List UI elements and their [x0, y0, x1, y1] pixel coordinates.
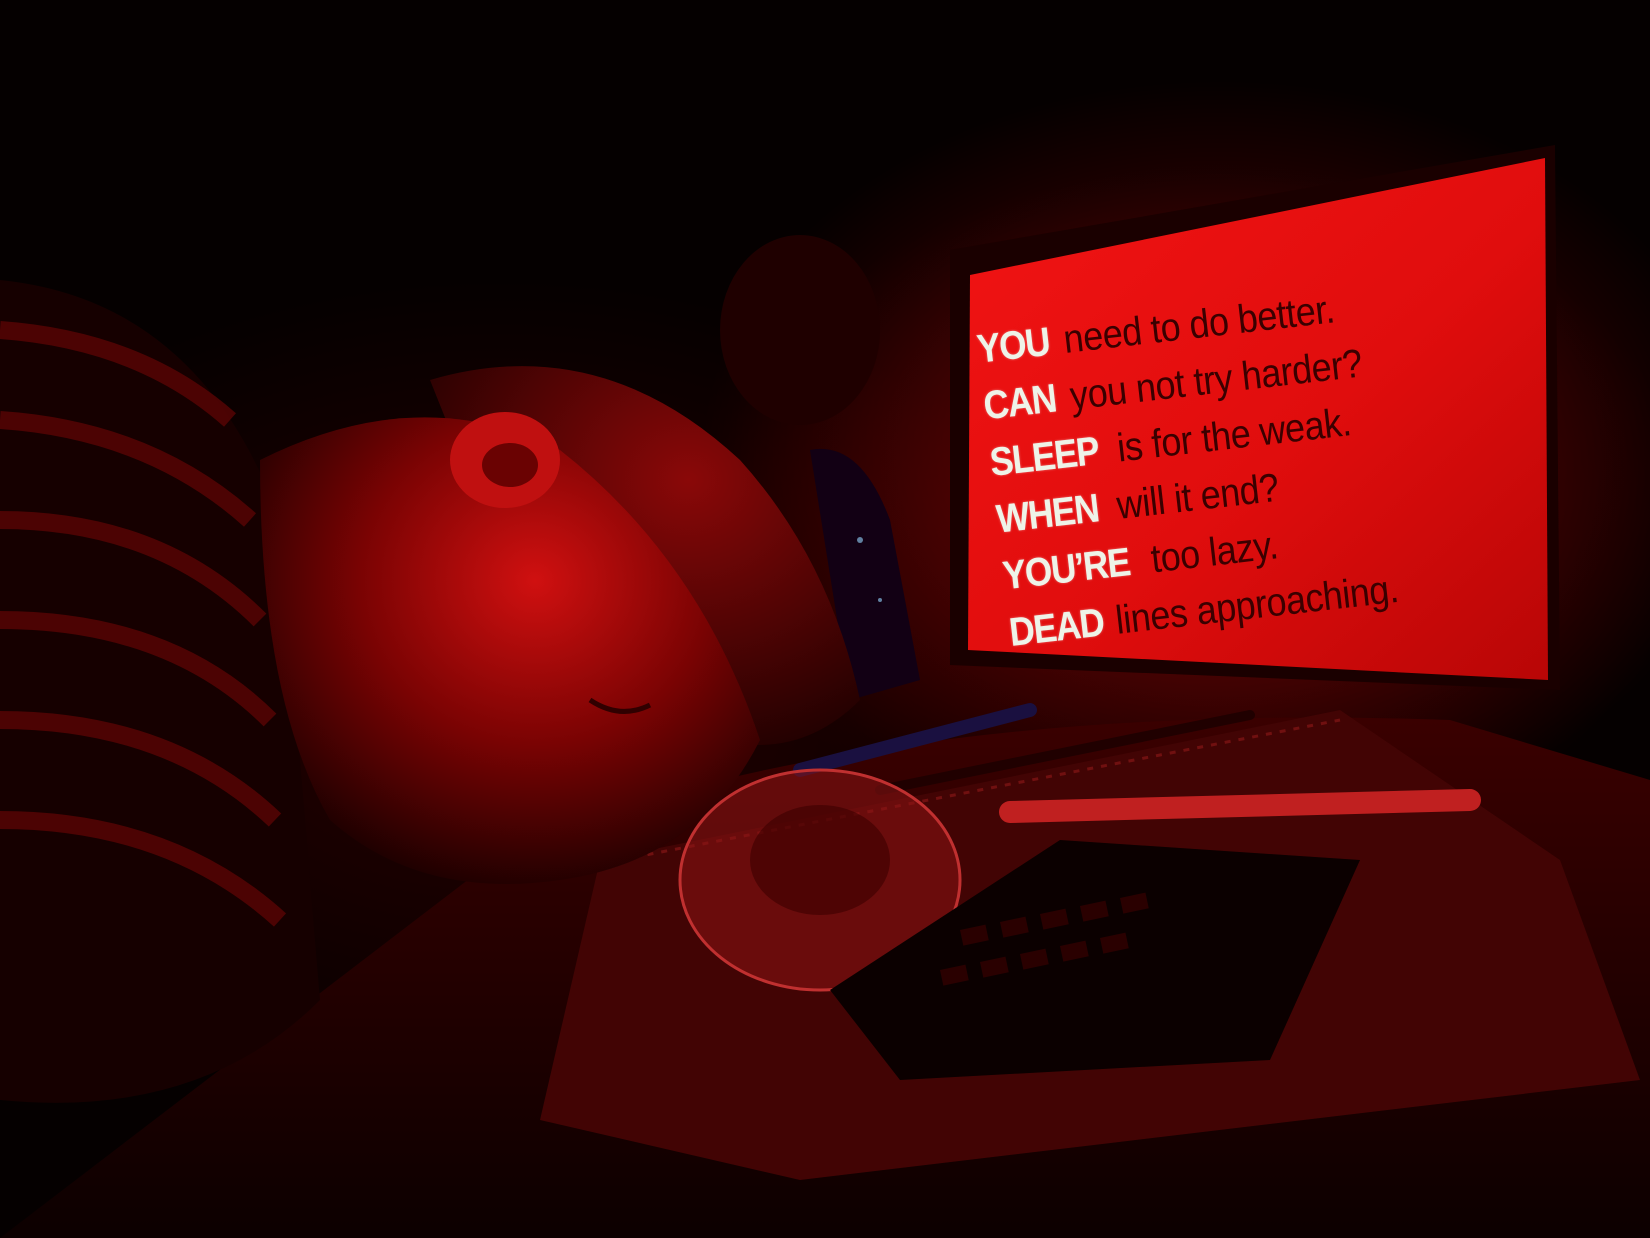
screen-keyword: DEAD: [1007, 600, 1106, 655]
screen-keyword: SLEEP: [987, 428, 1101, 485]
screen-keyword: CAN: [981, 376, 1059, 429]
screen-keyword: YOU: [974, 319, 1052, 372]
screen-message: YOU need to do better. CAN you not try h…: [975, 264, 1590, 669]
marker: [999, 789, 1481, 823]
person-arm: [0, 280, 320, 1103]
photo-scene: YOU need to do better. CAN you not try h…: [0, 0, 1650, 1238]
screen-keyword: WHEN: [994, 486, 1101, 542]
